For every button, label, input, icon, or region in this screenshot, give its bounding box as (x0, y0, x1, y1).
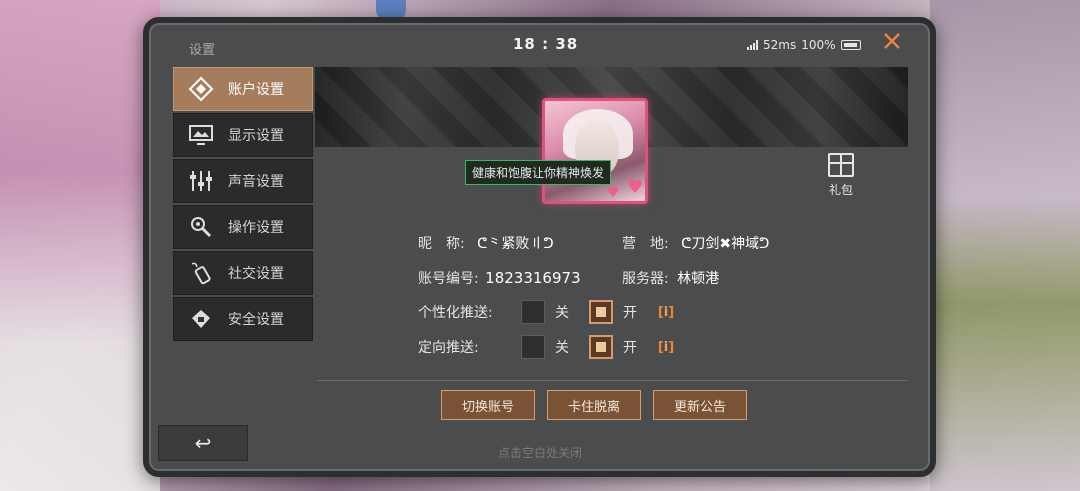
sidebar-item-label: 声音设置 (228, 174, 284, 190)
account-id-value: 1823316973 (485, 269, 581, 287)
close-hint: 点击空白处关闭 (498, 446, 583, 460)
targeted-push-label: 定向推送: (418, 340, 479, 356)
close-button[interactable] (883, 31, 901, 56)
signal-icon (747, 40, 758, 50)
background-left (0, 0, 160, 491)
avatar[interactable]: ♥ ♥ (542, 98, 648, 204)
personal-push-label: 个性化推送: (418, 305, 493, 321)
sidebar-item-display[interactable]: 显示设置 (173, 113, 313, 157)
display-icon (186, 122, 216, 148)
background-right (930, 0, 1080, 491)
top-bar: 设置 18 : 38 52ms 100% (149, 23, 930, 65)
divider (317, 380, 908, 381)
sidebar-item-label: 显示设置 (228, 128, 284, 144)
dialog-title: 设置 (189, 43, 216, 58)
sidebar-item-label: 安全设置 (228, 312, 284, 328)
personal-push-on-checkbox[interactable] (589, 300, 613, 324)
targeted-push-off-checkbox[interactable] (521, 335, 545, 359)
personal-push-row: 个性化推送: 关 开 i (418, 300, 677, 324)
battery-icon (840, 40, 861, 50)
targeted-push-row: 定向推送: 关 开 i (418, 335, 677, 359)
sidebar-item-controls[interactable]: 操作设置 (173, 205, 313, 249)
clock: 18 : 38 (513, 35, 579, 53)
gift-button[interactable]: 礼包 (821, 153, 861, 198)
unstuck-button[interactable]: 卡住脱离 (547, 390, 641, 420)
personal-push-off-checkbox[interactable] (521, 300, 545, 324)
sidebar-item-label: 操作设置 (228, 220, 284, 236)
ping-value: 52ms (763, 38, 797, 52)
sidebar-item-sound[interactable]: 声音设置 (173, 159, 313, 203)
off-label: 关 (555, 340, 569, 356)
on-label: 开 (623, 340, 637, 356)
nickname-row: 昵 称: ᕦ⺀紧败〢ᕤ (418, 233, 554, 253)
camp-label: 营 地: (622, 236, 669, 252)
announcement-button[interactable]: 更新公告 (653, 390, 747, 420)
back-button[interactable]: ↩ (158, 425, 248, 461)
sound-icon (186, 168, 216, 194)
info-icon[interactable]: i (655, 301, 677, 323)
sidebar-item-account[interactable]: 账户设置 (173, 67, 313, 111)
switch-account-button[interactable]: 切换账号 (441, 390, 535, 420)
targeted-push-on-checkbox[interactable] (589, 335, 613, 359)
camp-value: ᕦ刀剑✖神域ᕤ (681, 236, 770, 252)
back-icon: ↩ (194, 431, 212, 455)
heart-icon: ♥ (607, 185, 620, 201)
nickname-value: ᕦ⺀紧败〢ᕤ (477, 236, 554, 252)
sidebar-item-label: 社交设置 (228, 266, 284, 282)
gift-label: 礼包 (828, 183, 853, 197)
account-id-row: 账号编号: 1823316973 (418, 268, 581, 288)
camp-row: 营 地: ᕦ刀剑✖神域ᕤ (622, 233, 769, 253)
sidebar: 账户设置 显示设置 声音设置 操作设置 社交设置 安全设置 (173, 67, 313, 343)
settings-dialog: 设置 18 : 38 52ms 100% 账户设置 显示设置 声音设置 操作设置… (143, 17, 936, 477)
account-panel: ♥ ♥ 健康和饱腹让你精神焕发 礼包 昵 称: ᕦ⺀紧败〢ᕤ 营 地: ᕦ刀剑✖… (315, 67, 908, 471)
controls-icon (186, 214, 216, 240)
close-icon (884, 33, 900, 49)
account-id-label: 账号编号: (418, 271, 479, 287)
status-area: 52ms 100% (747, 38, 861, 52)
server-label: 服务器: (622, 271, 669, 287)
social-icon (186, 260, 216, 286)
battery-value: 100% (801, 38, 836, 52)
sidebar-item-label: 账户设置 (228, 82, 284, 98)
off-label: 关 (555, 305, 569, 321)
nickname-label: 昵 称: (418, 236, 465, 252)
account-icon (186, 76, 216, 102)
sidebar-item-social[interactable]: 社交设置 (173, 251, 313, 295)
info-icon[interactable]: i (655, 336, 677, 358)
heart-icon: ♥ (627, 177, 644, 198)
server-row: 服务器: 林顿港 (622, 268, 719, 288)
server-value: 林顿港 (677, 271, 720, 287)
sidebar-item-security[interactable]: 安全设置 (173, 297, 313, 341)
status-tooltip: 健康和饱腹让你精神焕发 (465, 160, 612, 185)
on-label: 开 (623, 305, 637, 321)
security-icon (186, 306, 216, 332)
gift-icon (828, 153, 854, 177)
